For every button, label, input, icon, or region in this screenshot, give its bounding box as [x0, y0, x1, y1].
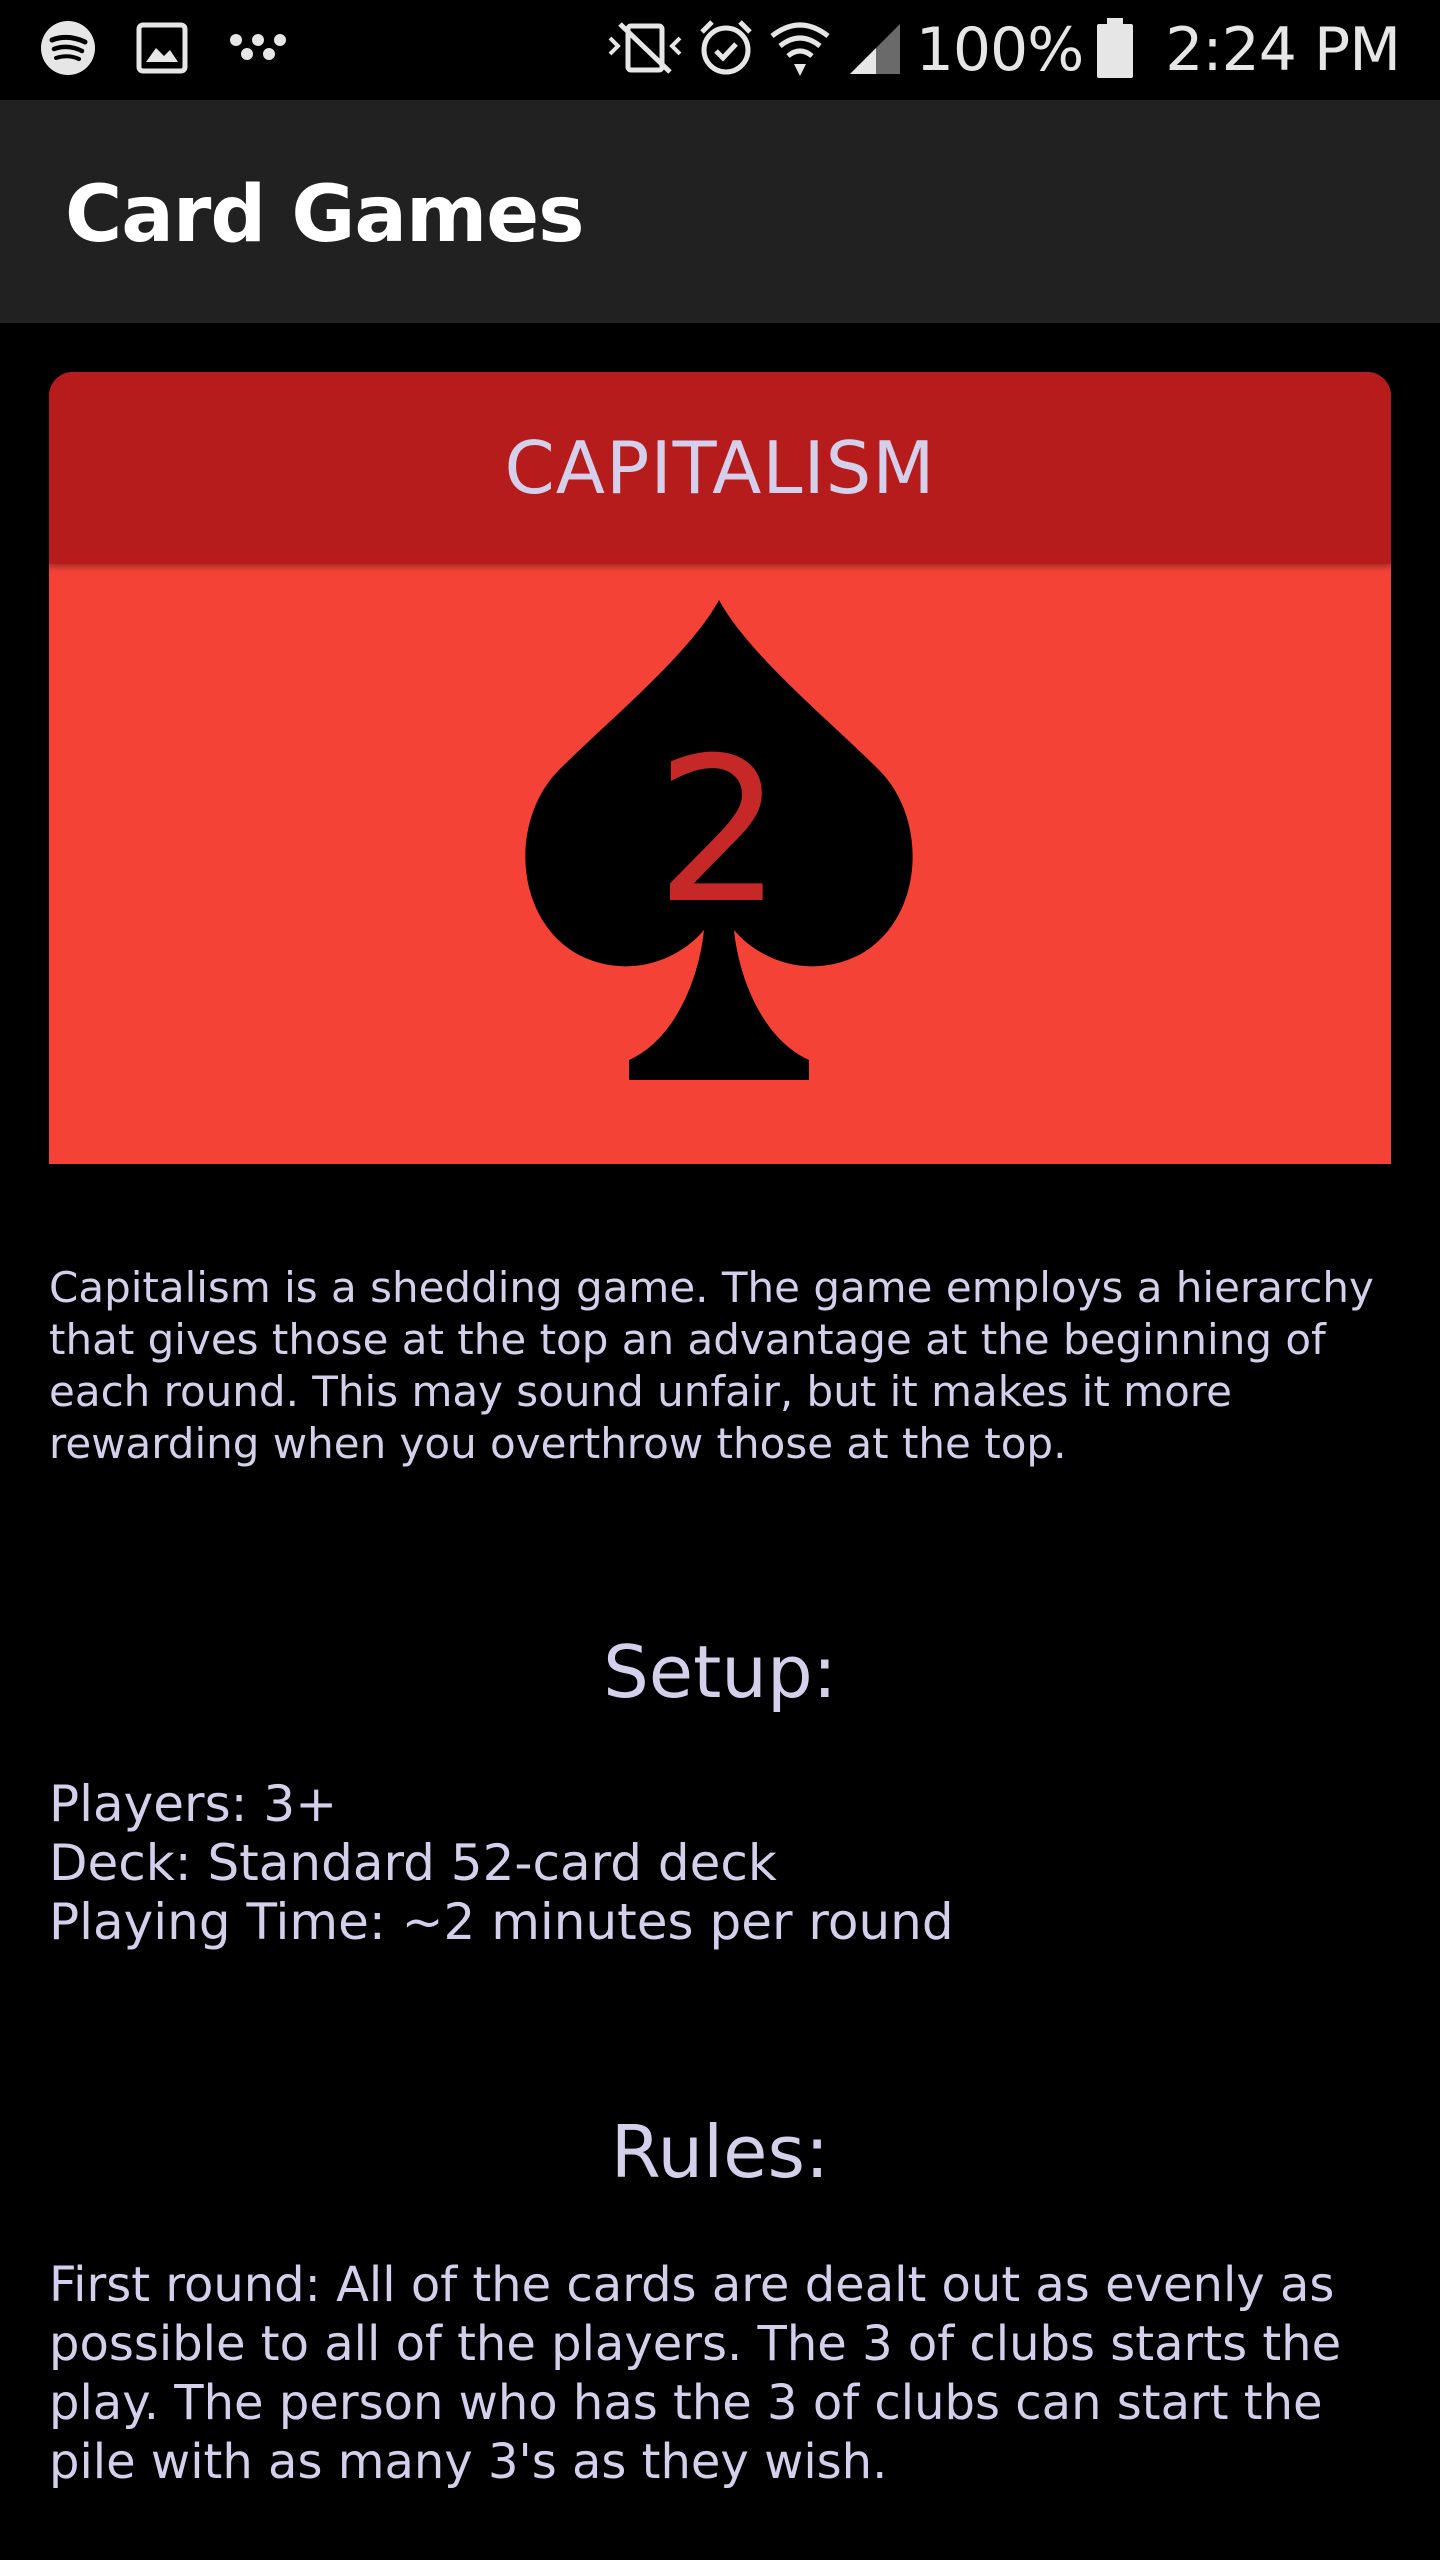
dots-app-icon — [228, 28, 288, 73]
spotify-icon — [40, 20, 96, 81]
setup-players: Players: 3+ — [49, 1775, 338, 1833]
rules-first-paragraph: First round: All of the cards are dealt … — [49, 2257, 1342, 2490]
vibrate-icon — [606, 18, 684, 83]
status-bar-right: 100% 2:24 PM — [606, 14, 1401, 86]
alarm-icon — [698, 18, 754, 83]
status-bar: 100% 2:24 PM — [0, 0, 1440, 100]
setup-deck: Deck: Standard 52-card deck — [49, 1834, 777, 1892]
battery-percentage: 100% — [915, 15, 1085, 85]
status-bar-left — [40, 20, 288, 81]
clock: 2:24 PM — [1165, 15, 1401, 85]
spade-icon: 2 — [525, 600, 913, 1080]
app-bar: Card Games — [0, 100, 1440, 323]
setup-heading: Setup: — [603, 1630, 837, 1714]
game-description: Capitalism is a shedding game. The game … — [49, 1263, 1374, 1468]
rules-heading: Rules: — [610, 2110, 830, 2194]
setup-list: Players: 3+ Deck: Standard 52-card deck … — [49, 1775, 1391, 1952]
app-title: Card Games — [65, 170, 585, 260]
signal-icon — [846, 20, 902, 81]
gallery-icon — [136, 22, 188, 79]
setup-playing-time: Playing Time: ~2 minutes per round — [49, 1893, 954, 1951]
wifi-icon — [768, 18, 832, 83]
card-title: CAPITALISM — [504, 426, 936, 510]
spade-card-number: 2 — [655, 715, 782, 948]
battery-icon — [1097, 17, 1134, 83]
card-header: CAPITALISM — [49, 372, 1391, 564]
